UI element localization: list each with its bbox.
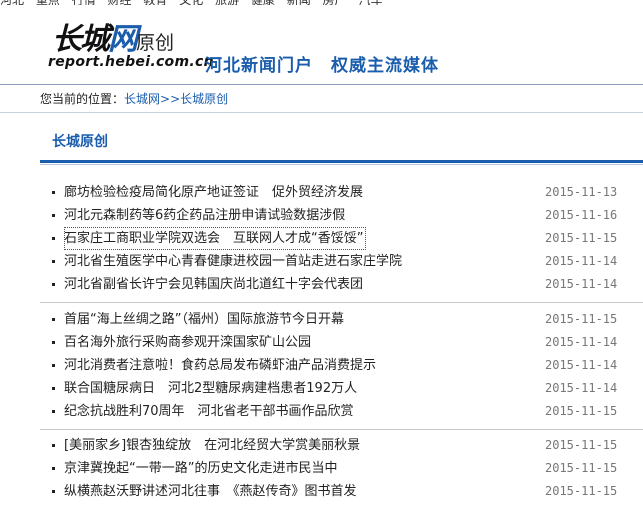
news-title-link[interactable]: 纵横燕赵沃野讲述河北往事 《燕赵传奇》图书首发 (64, 480, 357, 503)
bullet-icon (52, 410, 55, 413)
news-title-link[interactable]: 京津冀挽起“一带一路”的历史文化走进市民当中 (64, 457, 337, 480)
news-title-link[interactable]: 首届“海上丝绸之路”（福州）国际旅游节今日开幕 (64, 308, 344, 331)
bullet-icon (52, 237, 55, 240)
bullet-icon (52, 467, 55, 470)
breadcrumb-path-link[interactable]: 长城网>>长城原创 (124, 92, 228, 106)
news-date: 2015-11-15 (545, 484, 618, 498)
top-nav-item[interactable]: 汽车 (358, 0, 382, 5)
bullet-icon (52, 490, 55, 493)
news-title-link[interactable]: 廊坊检验检疫局简化原产地证签证 促外贸经济发展 (64, 181, 363, 204)
news-list-item: 首届“海上丝绸之路”（福州）国际旅游节今日开幕 2015-11-15 (0, 308, 643, 331)
top-nav-item[interactable]: 健康 (251, 0, 275, 5)
news-date: 2015-11-16 (545, 208, 618, 222)
news-date: 2015-11-13 (545, 185, 618, 199)
section-title: 长城原创 (52, 134, 108, 150)
news-title-link[interactable]: 百名海外旅行采购商参观开滦国家矿山公园 (64, 331, 311, 354)
top-nav-item[interactable]: 河北 (0, 0, 24, 5)
bullet-icon (52, 283, 55, 286)
bullet-icon (52, 364, 55, 367)
group-divider (40, 302, 643, 303)
news-group: [美丽家乡]银杏独绽放 在河北经贸大学赏美丽秋景 2015-11-15 京津冀挽… (0, 434, 643, 503)
news-list-item: 廊坊检验检疫局简化原产地证签证 促外贸经济发展 2015-11-13 (0, 181, 643, 204)
top-nav-item[interactable]: 旅游 (215, 0, 239, 5)
news-group: 首届“海上丝绸之路”（福州）国际旅游节今日开幕 2015-11-15 百名海外旅… (0, 308, 643, 423)
news-title-link[interactable]: 石家庄工商职业学院双选会 互联网人才成“香馁馁” (64, 227, 367, 250)
news-title-link[interactable]: 河北元森制药等6药企药品注册申请试验数据涉假 (64, 204, 345, 227)
logo-main-text: 长城 (52, 22, 110, 57)
news-date: 2015-11-15 (545, 312, 618, 326)
news-list-item: 河北元森制药等6药企药品注册申请试验数据涉假 2015-11-16 (0, 204, 643, 227)
news-title-link[interactable]: 纪念抗战胜利70周年 河北省老干部书画作品欣赏 (64, 400, 354, 423)
news-list-item: 河北省生殖医学中心青春健康进校园一首站走进石家庄学院 2015-11-14 (0, 250, 643, 273)
bullet-icon (52, 444, 55, 447)
news-date: 2015-11-15 (545, 404, 618, 418)
news-list-item: 河北消费者注意啦！食药总局发布磷虾油产品消费提示 2015-11-14 (0, 354, 643, 377)
news-title-link[interactable]: 联合国糖尿病日 河北2型糖尿病建档患者192万人 (64, 377, 357, 400)
bullet-icon (52, 214, 55, 217)
news-title-link[interactable]: 河北省生殖医学中心青春健康进校园一首站走进石家庄学院 (64, 250, 402, 273)
news-title-link[interactable]: 河北省副省长许宁会见韩国庆尚北道红十字会代表团 (64, 273, 363, 296)
news-date: 2015-11-14 (545, 335, 618, 349)
top-nav-item[interactable]: 房产 (323, 0, 347, 5)
top-nav-item[interactable]: 文化 (179, 0, 203, 5)
news-list-item: 纵横燕赵沃野讲述河北往事 《燕赵传奇》图书首发 2015-11-15 (0, 480, 643, 503)
news-date: 2015-11-14 (545, 254, 618, 268)
news-list-item: 河北省副省长许宁会见韩国庆尚北道红十字会代表团 2015-11-14 (0, 273, 643, 296)
news-date: 2015-11-15 (545, 461, 618, 475)
news-date: 2015-11-15 (545, 231, 618, 245)
top-nav-item[interactable]: 教育 (143, 0, 167, 5)
news-list-item: 京津冀挽起“一带一路”的历史文化走进市民当中 2015-11-15 (0, 457, 643, 480)
news-list-item: 石家庄工商职业学院双选会 互联网人才成“香馁馁” 2015-11-15 (0, 227, 643, 250)
bullet-icon (52, 387, 55, 390)
breadcrumb-label: 您当前的位置： (40, 92, 125, 106)
bullet-icon (52, 318, 55, 321)
top-nav-item[interactable]: 财经 (108, 0, 132, 5)
top-nav-item[interactable]: 新闻 (287, 0, 311, 5)
news-date: 2015-11-14 (545, 381, 618, 395)
logo-url: report.hebei.com.cn (48, 54, 214, 70)
bullet-icon (52, 341, 55, 344)
bullet-icon (52, 191, 55, 194)
news-list-item: 百名海外旅行采购商参观开滦国家矿山公园 2015-11-14 (0, 331, 643, 354)
breadcrumb-bar: 您当前的位置：长城网>>长城原创 (0, 84, 643, 113)
news-date: 2015-11-14 (545, 358, 618, 372)
news-list-item: [美丽家乡]银杏独绽放 在河北经贸大学赏美丽秋景 2015-11-15 (0, 434, 643, 457)
logo-small-text: 原创 (136, 32, 175, 54)
top-navigation: 河北 重点 行情 财经 教育 文化 旅游 健康 新闻 房产 汽车 (0, 0, 643, 5)
news-date: 2015-11-15 (545, 438, 618, 452)
logo-accent-text: 网 (108, 22, 138, 57)
section-title-underline-thin (40, 164, 643, 165)
news-list-item: 联合国糖尿病日 河北2型糖尿病建档患者192万人 2015-11-14 (0, 377, 643, 400)
section-title-underline (40, 160, 643, 163)
news-list-item: 纪念抗战胜利70周年 河北省老干部书画作品欣赏 2015-11-15 (0, 400, 643, 423)
news-group: 廊坊检验检疫局简化原产地证签证 促外贸经济发展 2015-11-13 河北元森制… (0, 181, 643, 296)
top-nav-item[interactable]: 行情 (72, 0, 96, 5)
news-date: 2015-11-14 (545, 277, 618, 291)
news-title-link[interactable]: [美丽家乡]银杏独绽放 在河北经贸大学赏美丽秋景 (64, 434, 360, 457)
bullet-icon (52, 260, 55, 263)
news-title-link[interactable]: 河北消费者注意啦！食药总局发布磷虾油产品消费提示 (64, 354, 376, 377)
site-header: 长城网原创 report.hebei.com.cn 河北新闻门户 权威主流媒体 (0, 10, 643, 84)
top-nav-item[interactable]: 重点 (36, 0, 60, 5)
group-divider (40, 429, 643, 430)
site-slogan: 河北新闻门户 权威主流媒体 (205, 56, 439, 76)
breadcrumb: 您当前的位置：长城网>>长城原创 (40, 85, 228, 114)
